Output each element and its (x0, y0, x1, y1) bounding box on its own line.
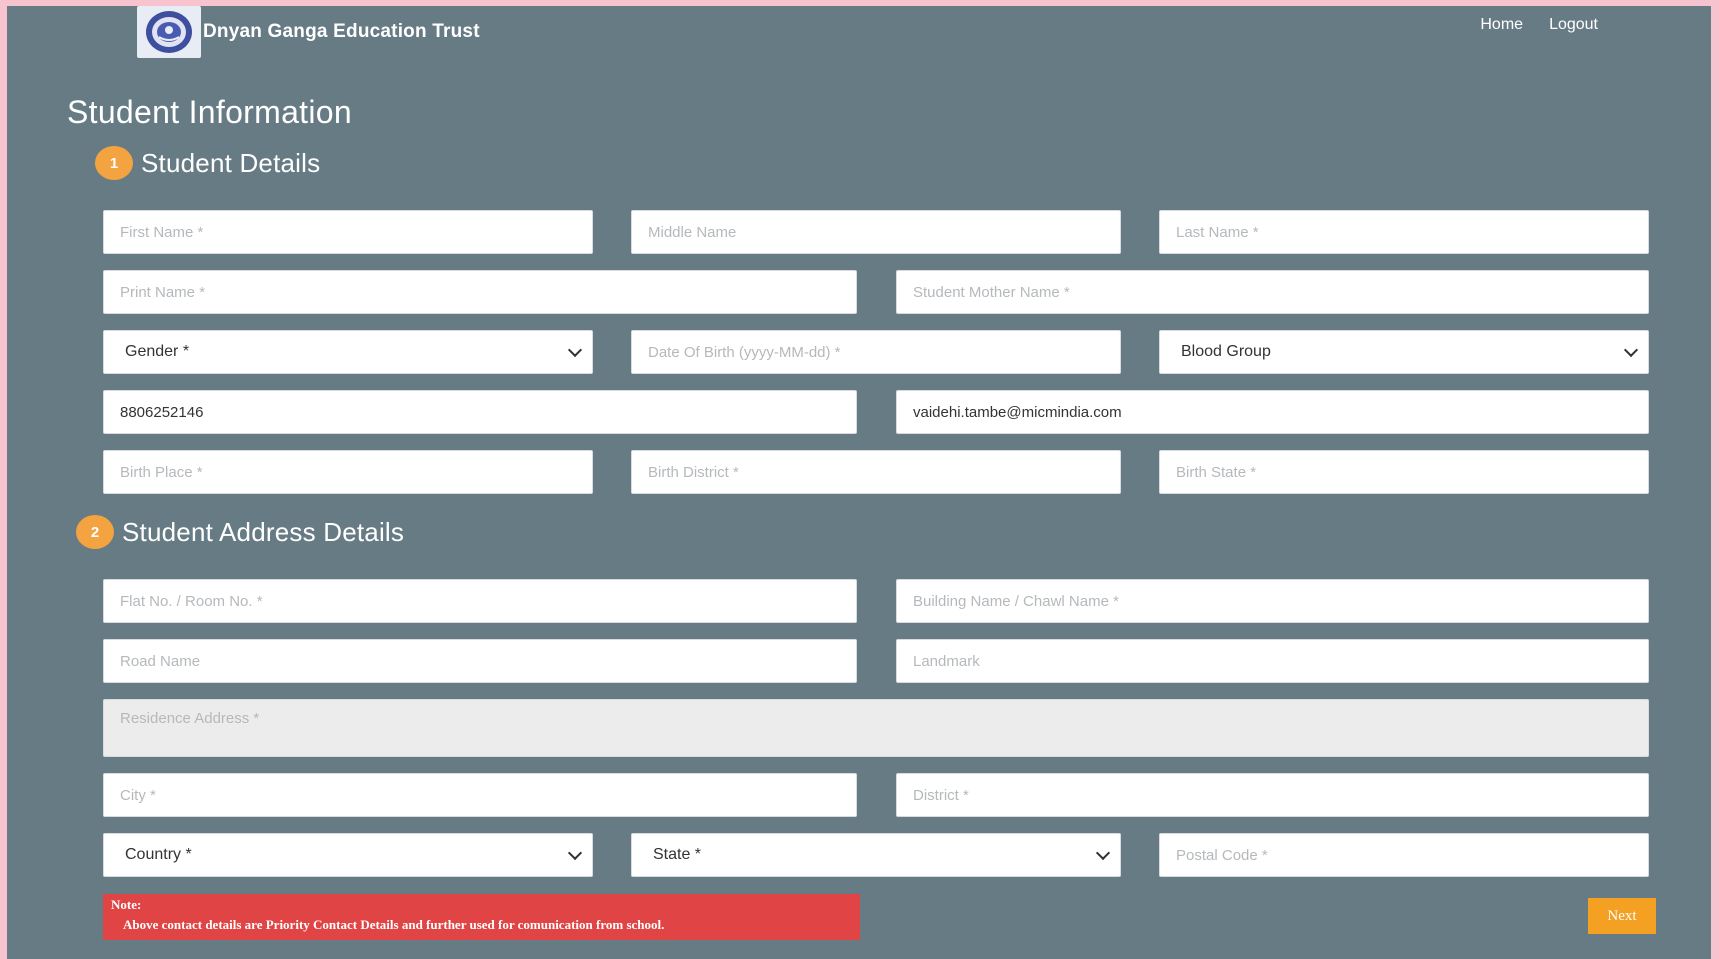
flat-no-input[interactable] (103, 579, 857, 623)
building-name-input[interactable] (896, 579, 1649, 623)
gender-select-value: Gender * (125, 343, 190, 360)
first-name-input[interactable] (103, 210, 593, 254)
app-frame: Dnyan Ganga Education Trust Home Logout … (7, 6, 1711, 959)
blood-group-select[interactable]: Blood Group (1159, 330, 1649, 374)
city-input[interactable] (103, 773, 857, 817)
state-select-value: State * (653, 846, 702, 863)
chevron-down-icon (1095, 845, 1111, 861)
chevron-down-icon (567, 342, 583, 358)
chevron-down-icon (1623, 342, 1639, 358)
nav-home-link[interactable]: Home (1480, 16, 1523, 34)
page-title: Student Information (67, 94, 352, 130)
step-badge-2: 2 (76, 515, 114, 549)
address-details-header: 2 Student Address Details (76, 515, 404, 549)
postal-code-input[interactable] (1159, 833, 1649, 877)
section-title-student-details: Student Details (141, 147, 321, 178)
state-select[interactable]: State * (631, 833, 1121, 877)
mother-name-input[interactable] (896, 270, 1649, 314)
road-name-input[interactable] (103, 639, 857, 683)
top-nav: Home Logout (1480, 16, 1598, 34)
middle-name-input[interactable] (631, 210, 1121, 254)
birth-district-input[interactable] (631, 450, 1121, 494)
blood-group-select-value: Blood Group (1181, 343, 1271, 360)
country-select[interactable]: Country * (103, 833, 593, 877)
trust-logo (137, 6, 201, 58)
step-badge-1: 1 (95, 146, 133, 180)
brand-name: Dnyan Ganga Education Trust (203, 21, 480, 42)
student-details-header: 1 Student Details (95, 146, 320, 180)
dob-input[interactable] (631, 330, 1121, 374)
district-input[interactable] (896, 773, 1649, 817)
birth-place-input[interactable] (103, 450, 593, 494)
note-text: Above contact details are Priority Conta… (123, 917, 665, 932)
phone-input[interactable] (103, 390, 857, 434)
email-input[interactable] (896, 390, 1649, 434)
note-label: Note: (111, 897, 142, 912)
gender-select[interactable]: Gender * (103, 330, 593, 374)
next-button[interactable]: Next (1588, 898, 1656, 934)
print-name-input[interactable] (103, 270, 857, 314)
birth-state-input[interactable] (1159, 450, 1649, 494)
brand: Dnyan Ganga Education Trust (137, 6, 480, 58)
landmark-input[interactable] (896, 639, 1649, 683)
country-select-value: Country * (125, 846, 192, 863)
contact-note: Note: Above contact details are Priority… (103, 894, 860, 940)
section-title-address-details: Student Address Details (122, 516, 405, 547)
nav-logout-link[interactable]: Logout (1549, 16, 1598, 34)
residence-address-textarea[interactable] (103, 699, 1649, 757)
last-name-input[interactable] (1159, 210, 1649, 254)
chevron-down-icon (567, 845, 583, 861)
